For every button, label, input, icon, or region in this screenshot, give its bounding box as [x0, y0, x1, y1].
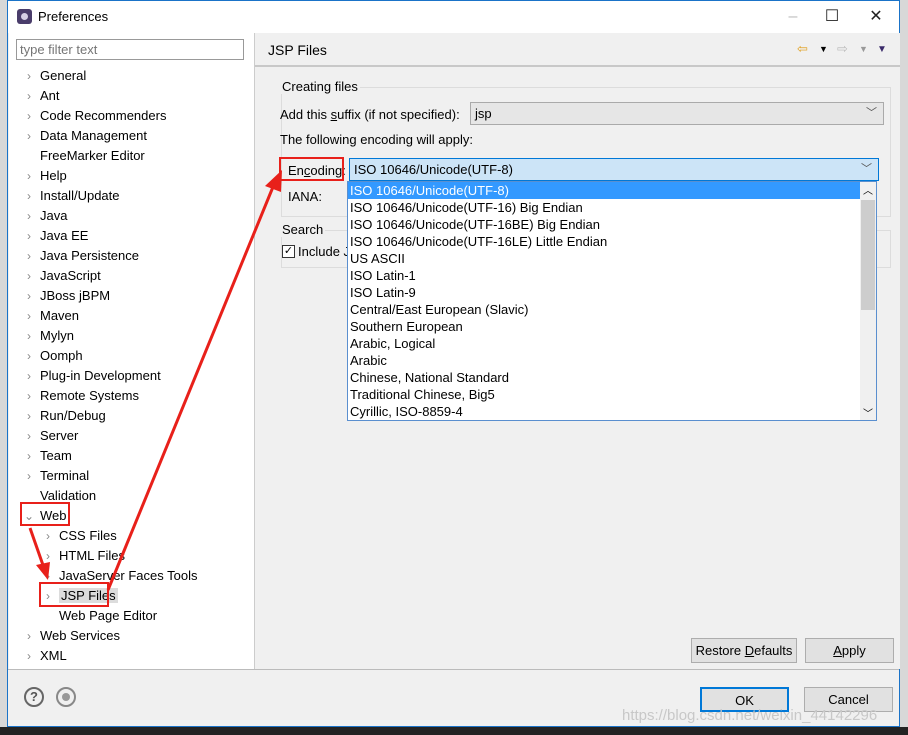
arrow-head — [36, 562, 50, 580]
annotation-arrows — [28, 170, 282, 591]
annotation-arrow — [28, 527, 46, 569]
annotation-arrow — [106, 181, 277, 591]
arrow-head — [265, 170, 282, 192]
watermark: https://blog.csdn.net/weixin_44142296 — [622, 707, 878, 724]
